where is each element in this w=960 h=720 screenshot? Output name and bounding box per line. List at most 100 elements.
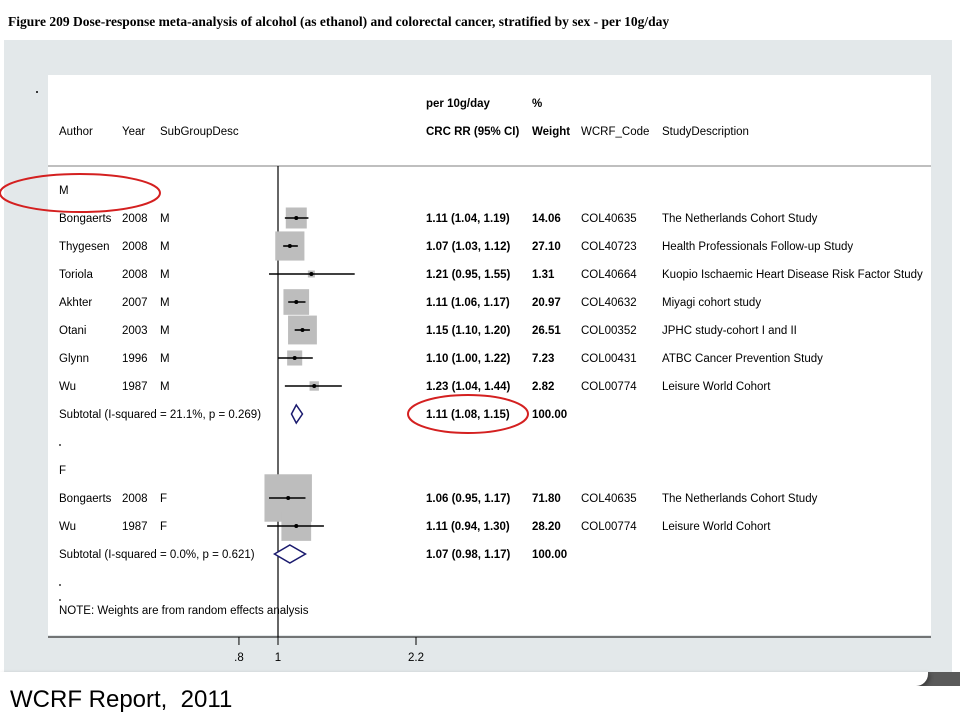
study-code: COL00774 <box>581 521 637 533</box>
subtotal-weight: 100.00 <box>532 549 567 561</box>
study-weight: 2.82 <box>532 381 554 393</box>
study-subgroup: M <box>160 353 170 365</box>
study-weight: 7.23 <box>532 353 554 365</box>
study-author: Bongaerts <box>59 213 112 225</box>
study-estimate: 1.06 (0.95, 1.17) <box>426 493 511 505</box>
study-estimate: 1.11 (0.94, 1.30) <box>426 521 510 533</box>
x-tick-label: 2.2 <box>408 652 424 664</box>
study-author: Glynn <box>59 353 89 365</box>
study-subgroup: F <box>160 521 167 533</box>
study-code: COL40635 <box>581 213 637 225</box>
study-author: Bongaerts <box>59 493 112 505</box>
header-estimate: CRC RR (95% CI) <box>426 126 519 138</box>
study-weight: 14.06 <box>532 213 561 225</box>
subtotal-estimate: 1.11 (1.08, 1.15) <box>426 409 510 421</box>
point-estimate <box>312 384 317 388</box>
point-estimate <box>309 272 314 276</box>
study-estimate: 1.23 (1.04, 1.44) <box>426 381 511 393</box>
study-weight: 71.80 <box>532 493 561 505</box>
study-subgroup: F <box>160 493 167 505</box>
spacer-dot <box>59 444 61 446</box>
study-description: Leisure World Cohort <box>662 381 771 393</box>
subtotal-diamond <box>290 403 304 425</box>
study-weight: 27.10 <box>532 241 561 253</box>
study-code: COL40723 <box>581 241 637 253</box>
subtotal-label: Subtotal (I-squared = 0.0%, p = 0.621) <box>59 549 255 561</box>
header-est-top: per 10g/day <box>426 98 491 110</box>
study-author: Akhter <box>59 297 92 309</box>
study-year: 1987 <box>122 521 148 533</box>
study-year: 2003 <box>122 325 148 337</box>
study-year: 1987 <box>122 381 148 393</box>
point-estimate <box>294 524 299 528</box>
forest-plot: per 10g/day % Author Year SubGroupDesc CRC RR… <box>0 91 931 664</box>
study-description: The Netherlands Cohort Study <box>662 213 818 225</box>
study-estimate: 1.21 (0.95, 1.55) <box>426 269 511 281</box>
study-description: JPHC study-cohort I and II <box>662 325 797 337</box>
footer-citation: WCRF Report, 2011 <box>10 686 233 713</box>
study-code: COL00431 <box>581 353 637 365</box>
stray-dot <box>36 91 38 93</box>
study-subgroup: M <box>160 213 170 225</box>
x-tick-label: 1 <box>275 652 281 664</box>
study-description: ATBC Cancer Prevention Study <box>662 353 823 365</box>
point-estimate <box>287 244 292 248</box>
point-estimate <box>286 496 291 500</box>
header-year: Year <box>122 126 145 138</box>
group-label: M <box>59 185 69 197</box>
study-author: Otani <box>59 325 87 337</box>
study-year: 2007 <box>122 297 148 309</box>
study-weight: 26.51 <box>532 325 561 337</box>
study-code: COL40664 <box>581 269 637 281</box>
study-description: Health Professionals Follow-up Study <box>662 241 853 253</box>
study-code: COL40635 <box>581 493 637 505</box>
header-subgroup: SubGroupDesc <box>160 126 239 138</box>
study-description: The Netherlands Cohort Study <box>662 493 818 505</box>
point-estimate <box>300 328 305 332</box>
study-subgroup: M <box>160 325 170 337</box>
study-estimate: 1.07 (1.03, 1.12) <box>426 241 511 253</box>
study-author: Wu <box>59 381 76 393</box>
point-estimate <box>294 300 299 304</box>
spacer-dot <box>59 599 61 601</box>
study-year: 1996 <box>122 353 148 365</box>
study-code: COL00352 <box>581 325 637 337</box>
point-estimate <box>292 356 297 360</box>
study-code: COL00774 <box>581 381 637 393</box>
study-year: 2008 <box>122 213 148 225</box>
header-code: WCRF_Code <box>581 126 649 138</box>
x-tick-label: .8 <box>234 652 244 664</box>
subtotal-diamond <box>272 544 307 564</box>
footnote: NOTE: Weights are from random effects an… <box>59 605 309 617</box>
study-estimate: 1.15 (1.10, 1.20) <box>426 325 511 337</box>
study-year: 2008 <box>122 493 148 505</box>
study-weight: 1.31 <box>532 269 555 281</box>
study-description: Kuopio Ischaemic Heart Disease Risk Fact… <box>662 269 923 281</box>
study-description: Leisure World Cohort <box>662 521 771 533</box>
study-author: Wu <box>59 521 76 533</box>
highlight-ellipse-group <box>0 173 161 213</box>
subtotal-weight: 100.00 <box>532 409 567 421</box>
header-weight: Weight <box>532 126 570 138</box>
study-subgroup: M <box>160 241 170 253</box>
study-author: Toriola <box>59 269 93 281</box>
subtotal-label: Subtotal (I-squared = 21.1%, p = 0.269) <box>59 409 261 421</box>
study-subgroup: M <box>160 381 170 393</box>
study-year: 2008 <box>122 269 148 281</box>
header-description: StudyDescription <box>662 126 749 138</box>
point-estimate <box>294 216 299 220</box>
study-weight: 28.20 <box>532 521 561 533</box>
header-author: Author <box>59 126 93 138</box>
study-author: Thygesen <box>59 241 110 253</box>
study-description: Miyagi cohort study <box>662 297 761 309</box>
footer-shadow <box>0 672 928 686</box>
study-year: 2008 <box>122 241 148 253</box>
study-subgroup: M <box>160 297 170 309</box>
study-code: COL40632 <box>581 297 637 309</box>
header-weight-top: % <box>532 98 542 110</box>
study-estimate: 1.11 (1.06, 1.17) <box>426 297 510 309</box>
subtotal-estimate: 1.07 (0.98, 1.17) <box>426 549 511 561</box>
group-label: F <box>59 465 66 477</box>
study-estimate: 1.11 (1.04, 1.19) <box>426 213 510 225</box>
study-weight: 20.97 <box>532 297 561 309</box>
